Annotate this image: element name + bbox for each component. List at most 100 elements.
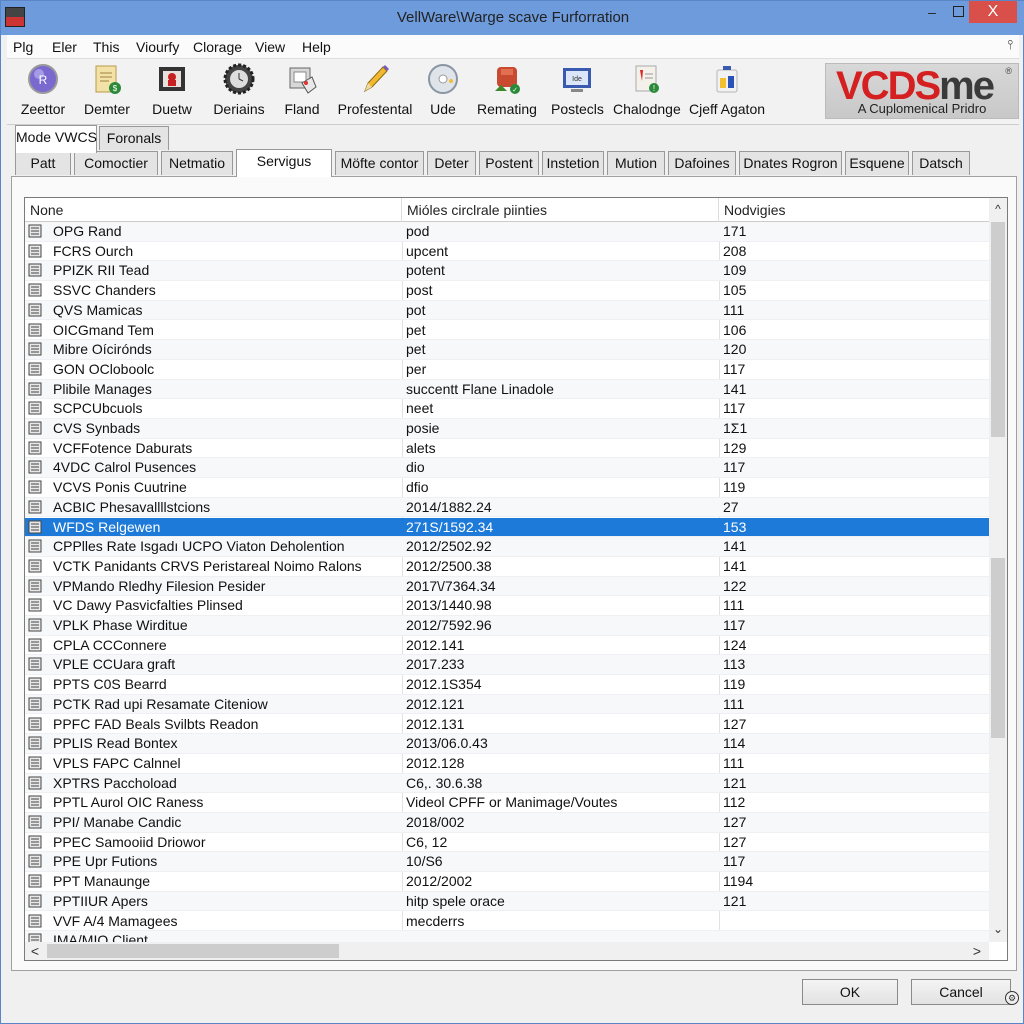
cancel-button[interactable]: Cancel <box>911 979 1011 1005</box>
vertical-scrollbar[interactable]: ^ ⌄ <box>989 198 1007 942</box>
list-row[interactable]: VCVS Ponis Cuutrine dfio 119 <box>25 478 989 498</box>
list-row[interactable]: WFDS Relgewen 271S/1592.34 153 <box>25 517 989 538</box>
list-row[interactable]: OICGmand Tem pet 106 <box>25 321 989 341</box>
column-header-value[interactable]: Mióles circlrale piinties <box>402 198 719 222</box>
maximize-button[interactable] <box>945 1 971 23</box>
list-row[interactable]: FCRS Ourch upcent 208 <box>25 242 989 262</box>
scroll-up-arrow-icon[interactable]: ^ <box>989 200 1007 218</box>
toolbar-demter[interactable]: $ Demter <box>79 63 135 117</box>
menu-help[interactable]: Help <box>302 39 331 55</box>
menu-viourfy[interactable]: Viourfy <box>136 39 179 55</box>
tab-dnates-rogron[interactable]: Dnates Rogron <box>739 151 842 175</box>
list-row[interactable]: VCTK Panidants CRVS Peristareal Noimo Ra… <box>25 557 989 577</box>
list-row[interactable]: PPTS C0S Bearrd 2012.1S354 119 <box>25 675 989 695</box>
list-row[interactable]: PPT Manaunge 2012/2002 1194 <box>25 872 989 892</box>
list-row[interactable]: ACBIC Phesavallllstcions 2014/1882.24 27 <box>25 497 989 518</box>
toolbar-fland[interactable]: Fland <box>279 63 325 117</box>
list-row[interactable]: PPEC Samooiid Driowor C6, 12 127 <box>25 833 989 853</box>
row-count: 117 <box>723 360 746 377</box>
row-value: neet <box>406 400 434 417</box>
toolbar-label: Chalodnge <box>613 101 681 117</box>
list-row[interactable]: IMA/MIO Client <box>25 931 989 942</box>
list-row[interactable]: PPIZK RII Tead potent 109 <box>25 261 989 282</box>
list-row[interactable]: CVS Synbads posie 1Σ1 <box>25 419 989 439</box>
toolbar-profestental[interactable]: Profestental <box>337 63 413 117</box>
list-row[interactable]: GON OCloboolc per 117 <box>25 360 989 380</box>
tab-deter[interactable]: Deter <box>427 151 476 175</box>
tab-postent[interactable]: Postent <box>479 151 539 175</box>
column-header-count[interactable]: Nodvigies <box>719 198 989 222</box>
list-row[interactable]: VPLS FAPC Calnnel 2012.128 111 <box>25 754 989 774</box>
list-row[interactable]: XPTRS Pacchoload C6,. 30.6.38 121 <box>25 773 989 794</box>
tab-mution[interactable]: Mution <box>607 151 665 175</box>
tab-instetion[interactable]: Instetion <box>542 151 604 175</box>
list-row[interactable]: SCPCUbcuols neet 117 <box>25 399 989 419</box>
menu-clorage[interactable]: Clorage <box>193 39 242 55</box>
list-row[interactable]: CPPlles Rate Isgadı UCPO Viaton Deholent… <box>25 537 989 557</box>
list-row[interactable]: VCFFotence Daburats alets 129 <box>25 439 989 459</box>
list-row[interactable]: SSVC Chanders post 105 <box>25 281 989 301</box>
menu-this[interactable]: This <box>93 39 119 55</box>
minimize-button[interactable]: – <box>919 1 945 23</box>
close-button[interactable]: X <box>969 1 1017 23</box>
row-value: 2012/2502.92 <box>406 538 492 555</box>
tab-esquene[interactable]: Esquene <box>845 151 909 175</box>
pin-icon[interactable]: ⫯ <box>1007 37 1013 53</box>
service-icon <box>28 559 42 573</box>
toolbar-postecls[interactable]: Ide Postecls <box>551 63 604 117</box>
list-row[interactable]: PPLIS Read Bontex 2013/06.0.43 114 <box>25 734 989 754</box>
tab-dafoines[interactable]: Dafoines <box>668 151 736 175</box>
scrollbar-track-segment[interactable] <box>991 558 1005 738</box>
list-row[interactable]: VVF A/4 Mamagees mecderrs <box>25 912 989 932</box>
toolbar-zeettor[interactable]: R Zeettor <box>17 63 69 117</box>
list-row[interactable]: 4VDC Calrol Pusences dio 117 <box>25 458 989 479</box>
menu-eler[interactable]: Eler <box>52 39 77 55</box>
scrollbar-thumb[interactable] <box>991 222 1005 437</box>
list-row[interactable]: PPI/ Manabe Candic 2018/002 127 <box>25 813 989 833</box>
list-row[interactable]: PPE Upr Futions 10/S6 117 <box>25 852 989 873</box>
resize-grip-icon[interactable]: ⚙ <box>1005 991 1019 1005</box>
services-list[interactable]: None Mióles circlrale piinties Nodvigies… <box>24 197 1008 961</box>
list-row[interactable]: VPLE CCUara graft 2017.233 113 <box>25 655 989 676</box>
toolbar-deriains[interactable]: Deriains <box>211 63 267 117</box>
ok-button[interactable]: OK <box>802 979 898 1005</box>
list-row[interactable]: VPLK Phase Wirditue 2012/7592.96 117 <box>25 616 989 636</box>
list-row[interactable]: OPG Rand pod 171 <box>25 222 989 242</box>
list-row[interactable]: Plibile Manages succentt Flane Linadole 14… <box>25 379 989 400</box>
list-row[interactable]: PPTL Aurol OIC Raness Videol CPFF or Mani… <box>25 793 989 813</box>
tab-netmatio[interactable]: Netmatio <box>161 151 233 175</box>
tab-servigus[interactable]: Servigus <box>236 149 332 177</box>
title-bar[interactable]: VellWare\Warge scave Furforration – X <box>1 1 1024 35</box>
list-row[interactable]: CPLA CCConnere 2012.141 124 <box>25 636 989 656</box>
toolbar-chalodnge[interactable]: ! Chalodnge <box>613 63 681 117</box>
tab-datsch[interactable]: Datsch <box>912 151 970 175</box>
list-row[interactable]: VPMando Rledhy Filesion Pesider 2017\/736… <box>25 576 989 597</box>
menu-plg[interactable]: Plg <box>13 39 33 55</box>
list-row[interactable]: Mibre Oícirónds pet 120 <box>25 340 989 360</box>
toolbar-ude[interactable]: Ude <box>425 63 461 117</box>
tab-foronals[interactable]: Foronals <box>99 126 169 150</box>
list-row[interactable]: PCTK Rad upi Resamate Citeniow 2012.121 11… <box>25 694 989 715</box>
list-row[interactable]: PPTIIUR Apers hitp spele orace 121 <box>25 891 989 912</box>
toolbar-duetw[interactable]: Duetw <box>147 63 197 117</box>
service-icon <box>28 795 42 809</box>
list-row[interactable]: PPFC FAD Beals Svilbts Readon 2012.131 127 <box>25 715 989 735</box>
horizontal-scrollbar[interactable]: < > <box>25 942 989 960</box>
list-row[interactable]: QVS Mamicas pot 111 <box>25 300 989 321</box>
row-name: FCRS Ourch <box>53 242 134 259</box>
column-header-name[interactable]: None <box>25 198 402 222</box>
tab-comoctier[interactable]: Comoctier <box>74 151 158 175</box>
tab-patt[interactable]: Patt <box>15 151 71 175</box>
row-name: 4VDC Calrol Pusences <box>53 459 197 476</box>
scroll-right-arrow-icon[interactable]: > <box>969 942 985 960</box>
tab-mofte-contor[interactable]: Möfte contor <box>335 151 424 175</box>
list-row[interactable]: VC Dawy Pasvicfalties Plinsed 2013/1440.9… <box>25 596 989 616</box>
clipboard-alert-icon: ! <box>635 65 659 93</box>
scrollbar-thumb[interactable] <box>47 944 339 958</box>
toolbar-cjeff-agaton[interactable]: Cjeff Agaton <box>689 63 765 117</box>
scroll-down-arrow-icon[interactable]: ⌄ <box>989 920 1007 938</box>
scroll-left-arrow-icon[interactable]: < <box>27 942 43 960</box>
toolbar-remating[interactable]: ✓ Remating <box>477 63 537 117</box>
menu-view[interactable]: View <box>255 39 285 55</box>
tab-mode-vwcs[interactable]: Mode VWCS <box>15 125 97 153</box>
